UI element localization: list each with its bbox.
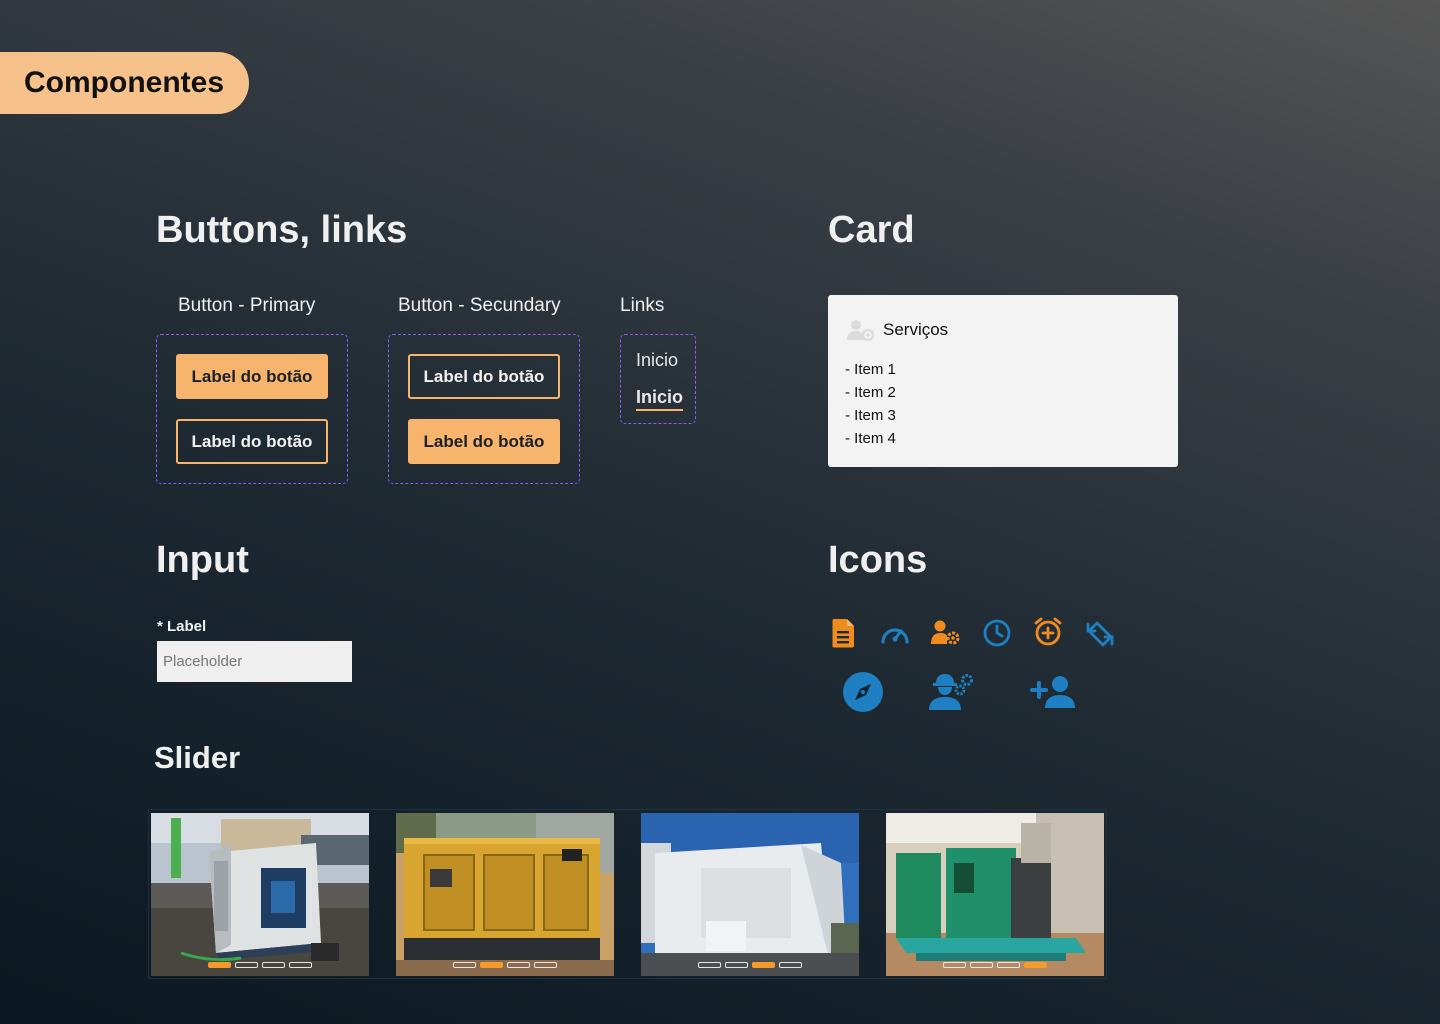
slider-dots <box>396 962 614 968</box>
slide-generator-photo-4[interactable] <box>886 813 1104 976</box>
link-inicio[interactable]: Inicio <box>636 350 678 371</box>
user-gear-icon[interactable] <box>931 620 961 651</box>
slider-dot[interactable] <box>779 962 802 968</box>
slider-dot[interactable] <box>698 962 721 968</box>
slider-dot[interactable] <box>453 962 476 968</box>
section-title-icons: Icons <box>828 539 928 581</box>
users-gear-icon <box>846 318 876 347</box>
slide-generator-photo-3[interactable] <box>641 813 859 976</box>
card-item: - Item 4 <box>845 430 896 447</box>
sync-icon[interactable] <box>1085 619 1115 654</box>
secondary-button-filled[interactable]: Label do botão <box>408 419 560 464</box>
clock-icon[interactable] <box>983 619 1011 652</box>
secondary-button-title: Button - Secundary <box>398 295 561 316</box>
slider-dot[interactable] <box>235 962 258 968</box>
slider-dot[interactable] <box>1024 962 1047 968</box>
card-title: Serviços <box>883 320 949 339</box>
section-title-input: Input <box>156 539 249 581</box>
slider-dot[interactable] <box>725 962 748 968</box>
slider-dot[interactable] <box>208 962 231 968</box>
worker-gears-icon[interactable] <box>929 673 975 716</box>
file-icon[interactable] <box>832 618 856 653</box>
services-card: Serviços - Item 1 - Item 2 - Item 3 - It… <box>828 295 1178 467</box>
slider-dots <box>641 962 859 968</box>
link-inicio-active[interactable]: Inicio <box>636 387 684 411</box>
slider-dot[interactable] <box>480 962 503 968</box>
section-title-card: Card <box>828 209 915 251</box>
slider-dots <box>886 962 1104 968</box>
slider-dot[interactable] <box>752 962 775 968</box>
text-input[interactable] <box>157 641 352 682</box>
slider-dot[interactable] <box>943 962 966 968</box>
slider-dot[interactable] <box>262 962 285 968</box>
input-label: * Label <box>157 618 207 635</box>
alarm-add-icon[interactable] <box>1033 617 1063 652</box>
slide-generator-photo-1[interactable] <box>151 813 369 976</box>
card-item: - Item 1 <box>845 361 896 378</box>
primary-button-filled[interactable]: Label do botão <box>176 354 328 399</box>
page-tag: Componentes <box>0 52 249 114</box>
card-item: - Item 2 <box>845 384 896 401</box>
slide-generator-photo-2[interactable] <box>396 813 614 976</box>
slider-dot[interactable] <box>289 962 312 968</box>
primary-button-outline[interactable]: Label do botão <box>176 419 328 464</box>
slider-dots <box>151 962 369 968</box>
section-title-buttons-links: Buttons, links <box>156 209 408 251</box>
slider-dot[interactable] <box>997 962 1020 968</box>
primary-button-title: Button - Primary <box>178 295 316 316</box>
slider-dot[interactable] <box>507 962 530 968</box>
add-user-icon[interactable] <box>1030 675 1076 714</box>
compass-icon[interactable] <box>843 672 883 717</box>
speedometer-icon[interactable] <box>880 620 910 651</box>
slider-dot[interactable] <box>970 962 993 968</box>
secondary-button-outline[interactable]: Label do botão <box>408 354 560 399</box>
links-title: Links <box>620 295 665 316</box>
card-item: - Item 3 <box>845 407 896 424</box>
slider-dot[interactable] <box>534 962 557 968</box>
section-title-slider: Slider <box>154 740 241 775</box>
